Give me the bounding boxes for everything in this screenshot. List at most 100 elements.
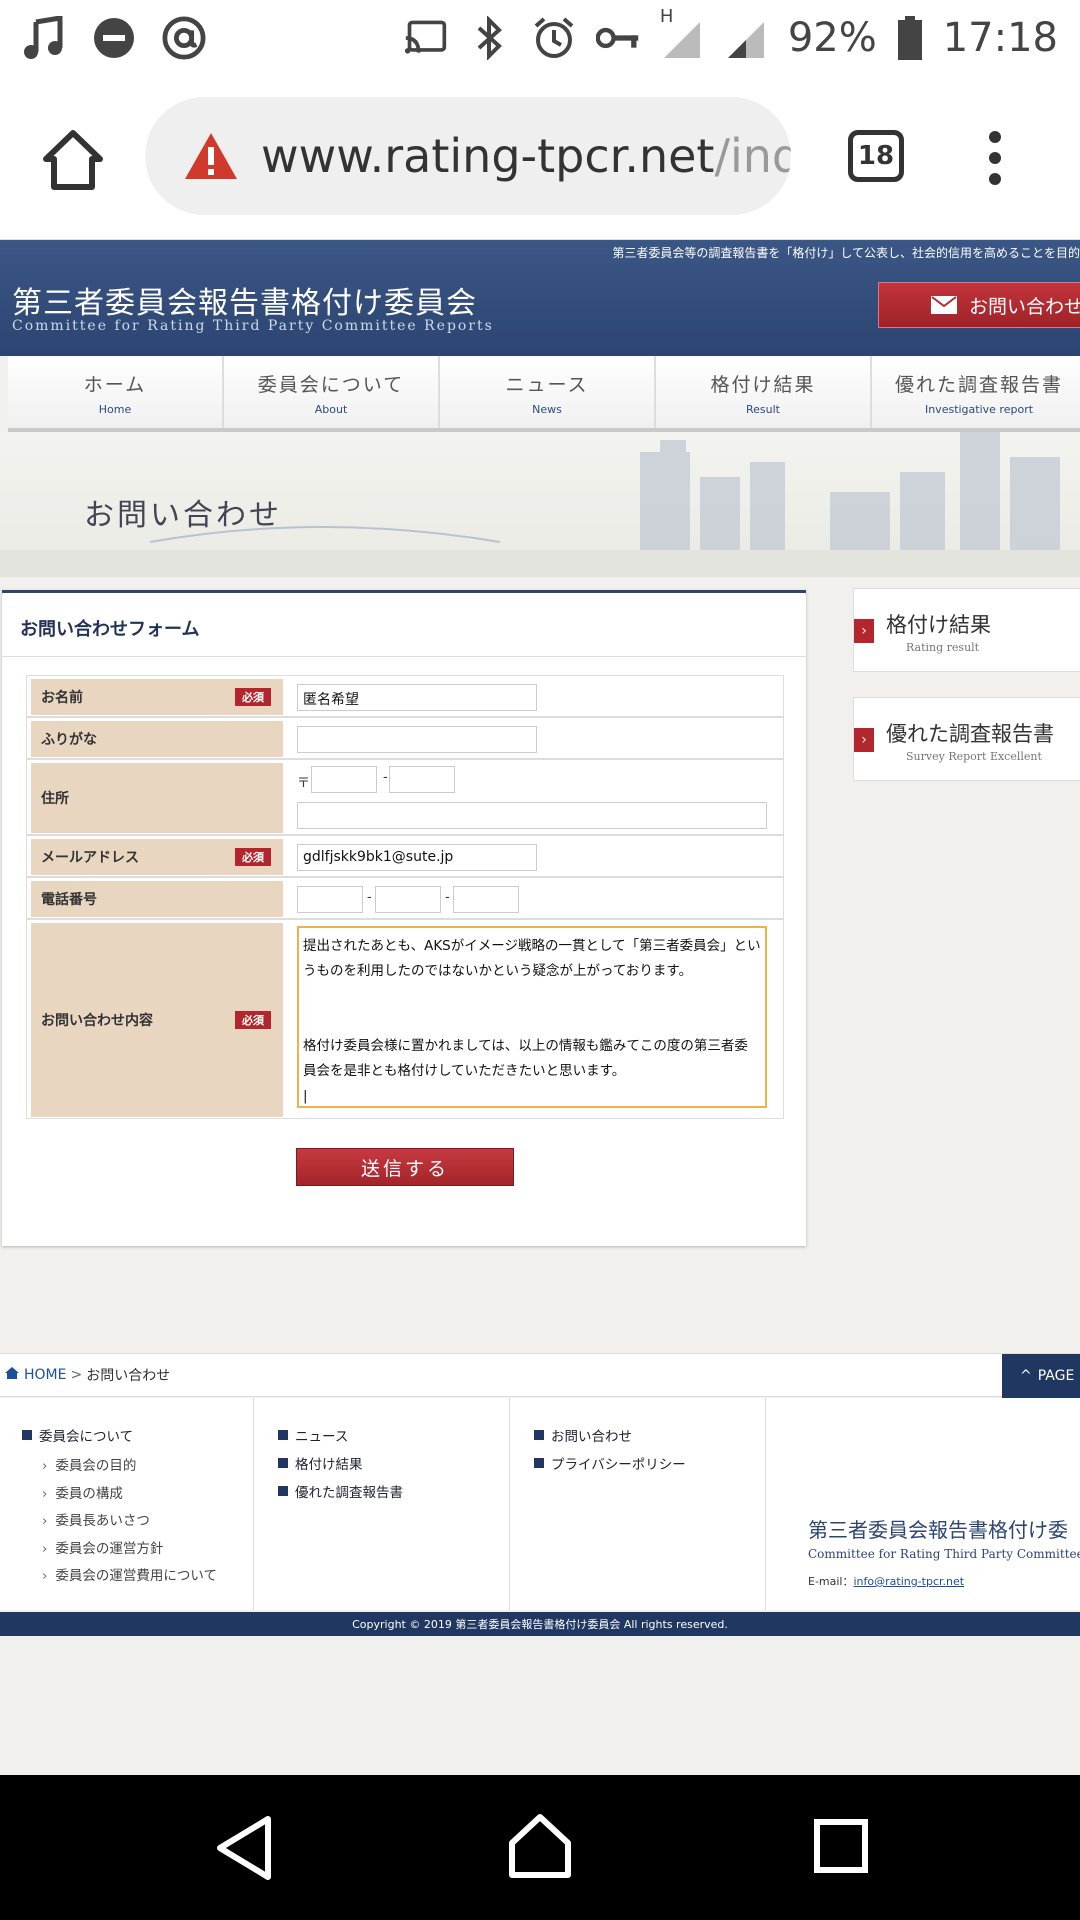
footer-link[interactable]: 委員会の目的: [42, 1454, 253, 1482]
contact-button-label: お問い合わせ: [969, 295, 1080, 318]
footer-link[interactable]: 委員長あいさつ: [42, 1509, 253, 1537]
nav-item-result[interactable]: 格付け結果 Result: [656, 356, 872, 428]
nav-sublabel: News: [532, 403, 562, 416]
email-input[interactable]: gdlfjskk9bk1@sute.jp: [297, 844, 537, 871]
footer-link[interactable]: 委員の構成: [42, 1482, 253, 1510]
site-footer: 委員会について 委員会の目的 委員の構成 委員長あいさつ 委員会の運営方針 委員…: [0, 1398, 1080, 1610]
header-contact-button[interactable]: お問い合わせ: [878, 282, 1080, 328]
footer-column-news: ニュース 格付け結果 優れた調査報告書: [254, 1398, 510, 1610]
battery-percent: 92%: [787, 14, 877, 61]
breadcrumb-home-link[interactable]: HOME: [24, 1367, 66, 1383]
nav-label: 委員会について: [257, 374, 405, 396]
nav-item-home[interactable]: ホーム Home: [8, 356, 224, 428]
bullet-icon: [22, 1430, 32, 1440]
cast-icon: [404, 16, 448, 60]
home-nav-icon[interactable]: [508, 1813, 572, 1883]
message-textarea[interactable]: 提出されたあとも、AKSがイメージ戦略の一貫として「第三者委員会」というものを利…: [297, 926, 767, 1108]
tab-switcher-button[interactable]: 18: [848, 130, 904, 182]
furigana-input[interactable]: [297, 726, 537, 753]
bluetooth-icon: [468, 15, 512, 60]
email-label-cell: メールアドレス 必須: [31, 839, 283, 875]
footer-link-contact[interactable]: お問い合わせ: [534, 1426, 765, 1445]
nav-label: 格付け結果: [710, 374, 816, 396]
nav-label: ホーム: [83, 374, 147, 396]
nav-item-about[interactable]: 委員会について About: [224, 356, 440, 428]
phone-dash: -: [445, 890, 450, 905]
footer-link-privacy[interactable]: プライバシーポリシー: [534, 1454, 765, 1473]
sidebar-card-title: 優れた調査報告書: [886, 722, 1054, 746]
phone-first-input[interactable]: [297, 886, 363, 913]
mail-icon: [931, 296, 957, 314]
furigana-row: ふりがな: [26, 717, 784, 759]
contact-form-panel: お問い合わせフォーム お名前 必須 匿名希望 ふりがな 住所 〒 - メールアド…: [2, 590, 806, 1246]
footer-link[interactable]: 委員会の運営方針: [42, 1537, 253, 1565]
postal-mark: 〒: [297, 776, 311, 791]
footer-logo: 第三者委員会報告書格付け委 Committee for Rating Third…: [808, 1514, 1080, 1589]
furigana-label: ふりがな: [41, 732, 97, 748]
sidebar-card-subtitle: Survey Report Excellent: [906, 750, 1042, 763]
warning-icon[interactable]: [183, 131, 239, 181]
url-field[interactable]: www.rating-tpcr.net/inq: [145, 97, 791, 215]
footer-link[interactable]: 委員会の運営費用について: [42, 1564, 253, 1592]
signal-icon: [724, 16, 768, 60]
sidebar-rating-result[interactable]: › 格付け結果 Rating result: [853, 588, 1080, 672]
alarm-icon: [532, 16, 576, 60]
chevron-up-icon: ^: [1020, 1368, 1032, 1384]
chevron-right-icon: ›: [854, 619, 874, 643]
main-nav: ホーム Home 委員会について About ニュース News 格付け結果 R…: [8, 356, 1080, 432]
nav-item-report[interactable]: 優れた調査報告書 Investigative report: [872, 356, 1080, 428]
page-top-label: PAGE: [1037, 1368, 1075, 1384]
system-navigation-bar: [0, 1775, 1080, 1920]
name-label: お名前: [41, 690, 83, 706]
footer-link-news[interactable]: ニュース: [278, 1426, 509, 1445]
breadcrumb: HOME > お問い合わせ ^ PAGE: [0, 1353, 1080, 1398]
nav-sublabel: Home: [98, 403, 132, 416]
submit-button[interactable]: 送信する: [296, 1148, 514, 1186]
clock: 17:18: [942, 14, 1058, 61]
footer-email: E-mail：info@rating-tpcr.net: [808, 1575, 965, 1588]
recents-icon[interactable]: [814, 1819, 868, 1877]
footer-link-about[interactable]: 委員会について: [22, 1426, 253, 1445]
furigana-label-cell: ふりがな: [31, 721, 283, 757]
footer-column-contact: お問い合わせ プライバシーポリシー: [510, 1398, 766, 1610]
postal-code-first-input[interactable]: [311, 766, 377, 793]
name-input[interactable]: 匿名希望: [297, 684, 537, 711]
site-subtitle: Committee for Rating Third Party Committ…: [12, 318, 494, 334]
nav-label: ニュース: [505, 374, 589, 396]
browser-toolbar: www.rating-tpcr.net/inq 18: [0, 75, 1080, 240]
phone-dash: -: [367, 890, 372, 905]
home-icon[interactable]: [38, 125, 108, 195]
footer-link-report[interactable]: 優れた調査報告書: [278, 1482, 509, 1501]
url-text: www.rating-tpcr.net/inq: [261, 129, 791, 183]
nav-item-news[interactable]: ニュース News: [440, 356, 656, 428]
phone-third-input[interactable]: [453, 886, 519, 913]
footer-email-link[interactable]: info@rating-tpcr.net: [854, 1575, 965, 1588]
breadcrumb-current: お問い合わせ: [86, 1368, 171, 1384]
nav-sublabel: Result: [746, 403, 780, 416]
more-options-icon[interactable]: [988, 130, 1002, 186]
footer-logo-title: 第三者委員会報告書格付け委: [808, 1518, 1068, 1542]
status-bar: H 92% 17:18: [0, 0, 1080, 75]
required-badge: 必須: [235, 1011, 271, 1029]
battery-icon: [897, 15, 923, 60]
postal-code-second-input[interactable]: [389, 766, 455, 793]
at-sign-icon: [162, 15, 206, 60]
bullet-icon: [534, 1430, 544, 1440]
name-row: お名前 必須 匿名希望: [26, 675, 784, 717]
footer-link-result[interactable]: 格付け結果: [278, 1454, 509, 1473]
footer-logo-subtitle: Committee for Rating Third Party Committ…: [808, 1547, 1080, 1561]
address-input[interactable]: [297, 802, 767, 829]
message-label: お問い合わせ内容: [41, 1013, 153, 1029]
back-icon[interactable]: [214, 1815, 274, 1885]
music-note-icon: [22, 15, 66, 60]
site-title[interactable]: 第三者委員会報告書格付け委員会: [12, 278, 477, 322]
do-not-disturb-icon: [92, 16, 136, 60]
phone-row: 電話番号 - -: [26, 877, 784, 919]
vpn-key-icon: [595, 16, 640, 60]
sidebar-excellent-report[interactable]: › 優れた調査報告書 Survey Report Excellent: [853, 697, 1080, 781]
phone-second-input[interactable]: [375, 886, 441, 913]
phone-label: 電話番号: [41, 892, 97, 908]
page-top-button[interactable]: ^ PAGE: [1002, 1354, 1080, 1398]
signal-type-label: H: [659, 5, 674, 27]
address-label: 住所: [41, 791, 69, 807]
